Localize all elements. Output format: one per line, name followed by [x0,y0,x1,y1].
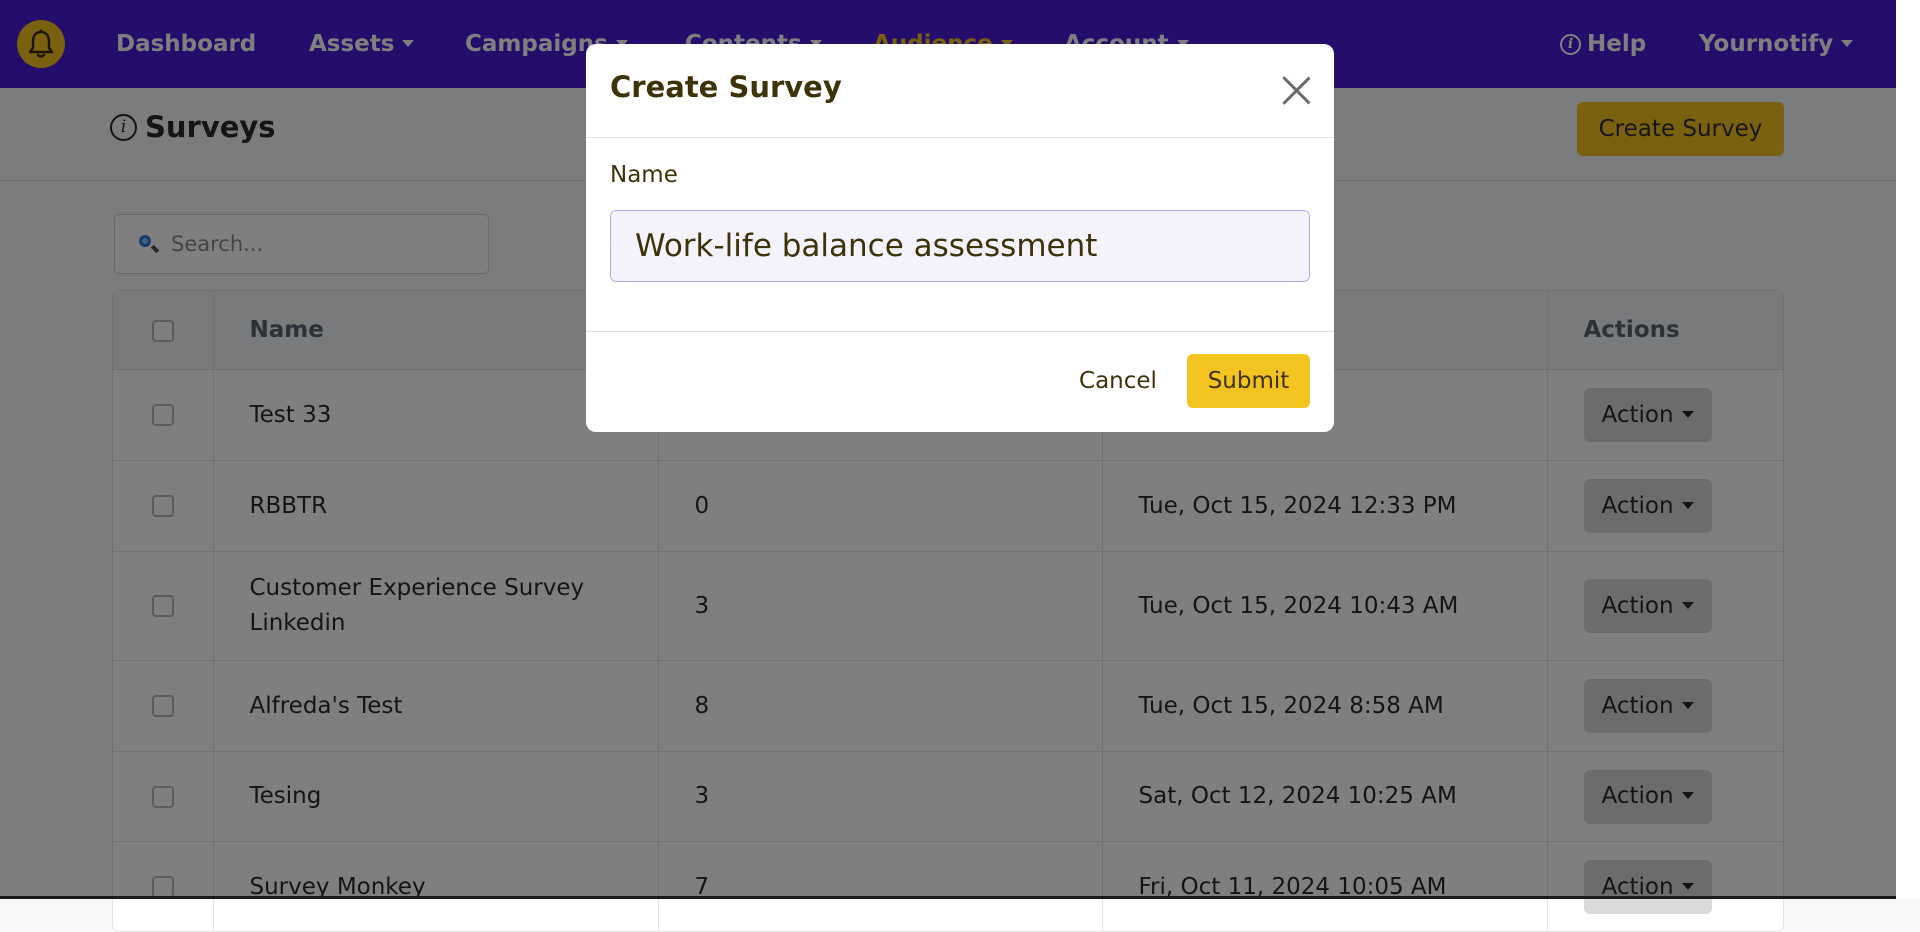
create-survey-modal: Create Survey Name Cancel Submit [586,44,1334,432]
modal-title: Create Survey [610,70,842,104]
cancel-button[interactable]: Cancel [1058,354,1178,408]
modal-header: Create Survey [586,44,1334,138]
submit-button[interactable]: Submit [1187,354,1310,408]
survey-name-input[interactable] [610,210,1310,282]
close-icon[interactable] [1280,74,1312,106]
name-field-label: Name [610,162,678,188]
window-edge [1896,0,1920,899]
